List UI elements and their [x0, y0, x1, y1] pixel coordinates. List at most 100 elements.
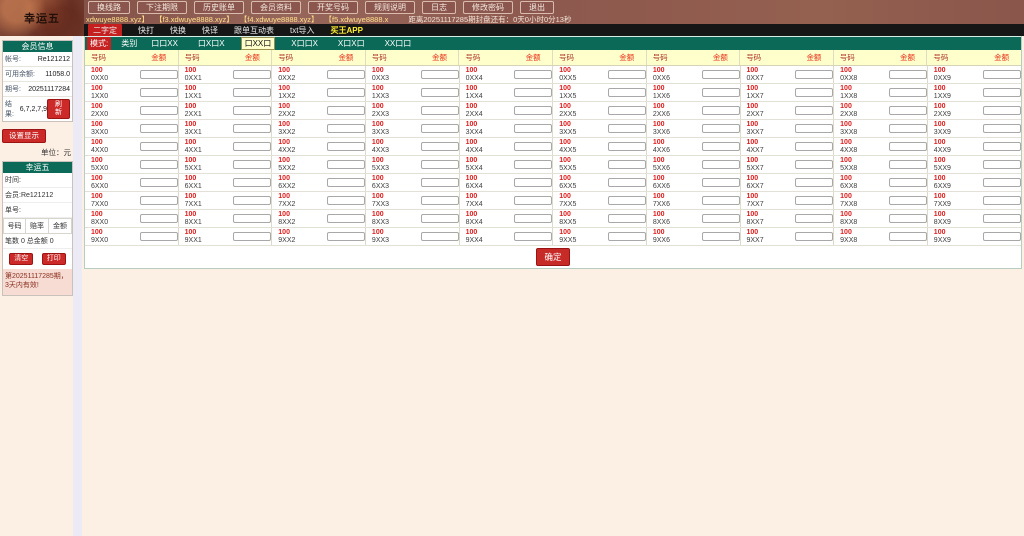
- bet-amount-input-3XX9[interactable]: [983, 124, 1021, 133]
- bet-amount-input-5XX8[interactable]: [889, 160, 927, 169]
- nav-item-跟单互动表[interactable]: 跟单互动表: [234, 25, 274, 36]
- bet-amount-input-5XX0[interactable]: [140, 160, 178, 169]
- header-button[interactable]: 日志: [422, 1, 456, 14]
- bet-amount-input-6XX5[interactable]: [608, 178, 646, 187]
- bet-amount-input-6XX9[interactable]: [983, 178, 1021, 187]
- bet-amount-input-9XX4[interactable]: [514, 232, 552, 241]
- pattern-tab[interactable]: X口X口: [334, 37, 369, 50]
- bet-amount-input-7XX8[interactable]: [889, 196, 927, 205]
- confirm-bet-button[interactable]: 确定: [536, 248, 569, 266]
- bet-amount-input-9XX6[interactable]: [702, 232, 740, 241]
- bet-amount-input-6XX1[interactable]: [233, 178, 271, 187]
- bet-amount-input-2XX1[interactable]: [233, 106, 271, 115]
- header-button[interactable]: 修改密码: [463, 1, 513, 14]
- pattern-tab[interactable]: 口XX口: [241, 37, 276, 50]
- bet-amount-input-5XX2[interactable]: [327, 160, 365, 169]
- header-button[interactable]: 会员资料: [251, 1, 301, 14]
- display-settings-button[interactable]: 设置显示: [2, 129, 46, 143]
- bet-amount-input-1XX2[interactable]: [327, 88, 365, 97]
- bet-amount-input-8XX1[interactable]: [233, 214, 271, 223]
- bet-amount-input-6XX3[interactable]: [421, 178, 459, 187]
- bet-amount-input-0XX0[interactable]: [140, 70, 178, 79]
- bet-amount-input-8XX2[interactable]: [327, 214, 365, 223]
- bet-amount-input-7XX9[interactable]: [983, 196, 1021, 205]
- bet-amount-input-9XX0[interactable]: [140, 232, 178, 241]
- bet-amount-input-0XX5[interactable]: [608, 70, 646, 79]
- bet-amount-input-9XX2[interactable]: [327, 232, 365, 241]
- bet-amount-input-7XX5[interactable]: [608, 196, 646, 205]
- bet-amount-input-8XX9[interactable]: [983, 214, 1021, 223]
- domain-link[interactable]: 【f5.xdwuye8888.x: [325, 14, 389, 25]
- sidebar-scroll-gutter[interactable]: [73, 36, 82, 536]
- bet-amount-input-8XX3[interactable]: [421, 214, 459, 223]
- bet-amount-input-5XX6[interactable]: [702, 160, 740, 169]
- bet-amount-input-3XX3[interactable]: [421, 124, 459, 133]
- header-button[interactable]: 历史账单: [194, 1, 244, 14]
- bet-amount-input-4XX6[interactable]: [702, 142, 740, 151]
- bet-amount-input-2XX4[interactable]: [514, 106, 552, 115]
- bet-amount-input-6XX6[interactable]: [702, 178, 740, 187]
- bet-amount-input-2XX2[interactable]: [327, 106, 365, 115]
- bet-amount-input-0XX9[interactable]: [983, 70, 1021, 79]
- bet-amount-input-8XX6[interactable]: [702, 214, 740, 223]
- bet-amount-input-4XX7[interactable]: [795, 142, 833, 151]
- bet-amount-input-3XX5[interactable]: [608, 124, 646, 133]
- pattern-tab[interactable]: X口口X: [287, 37, 322, 50]
- domain-link[interactable]: xdwuye8888.xyz】: [86, 14, 149, 25]
- bet-amount-input-3XX4[interactable]: [514, 124, 552, 133]
- bet-amount-input-7XX2[interactable]: [327, 196, 365, 205]
- bet-amount-input-8XX5[interactable]: [608, 214, 646, 223]
- bet-amount-input-4XX1[interactable]: [233, 142, 271, 151]
- bet-amount-input-5XX7[interactable]: [795, 160, 833, 169]
- bet-amount-input-1XX5[interactable]: [608, 88, 646, 97]
- bet-amount-input-0XX4[interactable]: [514, 70, 552, 79]
- bet-amount-input-2XX0[interactable]: [140, 106, 178, 115]
- bet-amount-input-3XX2[interactable]: [327, 124, 365, 133]
- pattern-tab[interactable]: XX口口: [381, 37, 416, 50]
- nav-item-快换[interactable]: 快换: [170, 25, 186, 36]
- bet-amount-input-8XX0[interactable]: [140, 214, 178, 223]
- bet-amount-input-3XX7[interactable]: [795, 124, 833, 133]
- bet-amount-input-2XX3[interactable]: [421, 106, 459, 115]
- bet-amount-input-3XX6[interactable]: [702, 124, 740, 133]
- bet-amount-input-9XX5[interactable]: [608, 232, 646, 241]
- bet-amount-input-4XX4[interactable]: [514, 142, 552, 151]
- bet-amount-input-1XX0[interactable]: [140, 88, 178, 97]
- header-button[interactable]: 规则说明: [365, 1, 415, 14]
- bet-amount-input-7XX3[interactable]: [421, 196, 459, 205]
- bet-amount-input-4XX3[interactable]: [421, 142, 459, 151]
- bet-amount-input-1XX3[interactable]: [421, 88, 459, 97]
- clear-button[interactable]: 清空: [9, 253, 33, 265]
- nav-item-快打[interactable]: 快打: [138, 25, 154, 36]
- bet-amount-input-4XX9[interactable]: [983, 142, 1021, 151]
- bet-amount-input-1XX9[interactable]: [983, 88, 1021, 97]
- bet-amount-input-4XX0[interactable]: [140, 142, 178, 151]
- bet-amount-input-8XX7[interactable]: [795, 214, 833, 223]
- bet-amount-input-0XX1[interactable]: [233, 70, 271, 79]
- header-button[interactable]: 换线路: [88, 1, 130, 14]
- nav-item-买王APP[interactable]: 买王APP: [330, 25, 362, 36]
- bet-amount-input-7XX0[interactable]: [140, 196, 178, 205]
- bet-amount-input-9XX7[interactable]: [795, 232, 833, 241]
- bet-amount-input-8XX4[interactable]: [514, 214, 552, 223]
- bet-amount-input-3XX1[interactable]: [233, 124, 271, 133]
- bet-amount-input-7XX1[interactable]: [233, 196, 271, 205]
- bet-amount-input-9XX3[interactable]: [421, 232, 459, 241]
- bet-amount-input-4XX2[interactable]: [327, 142, 365, 151]
- nav-item-快译[interactable]: 快译: [202, 25, 218, 36]
- bet-amount-input-7XX6[interactable]: [702, 196, 740, 205]
- category-label[interactable]: 类别: [121, 38, 137, 49]
- bet-amount-input-1XX7[interactable]: [795, 88, 833, 97]
- bet-amount-input-0XX7[interactable]: [795, 70, 833, 79]
- bet-amount-input-1XX4[interactable]: [514, 88, 552, 97]
- refresh-button[interactable]: 刷新: [47, 99, 70, 119]
- bet-amount-input-0XX2[interactable]: [327, 70, 365, 79]
- bet-amount-input-6XX7[interactable]: [795, 178, 833, 187]
- header-button[interactable]: 下注期限: [137, 1, 187, 14]
- pattern-tab[interactable]: 口口XX: [147, 37, 182, 50]
- bet-amount-input-5XX5[interactable]: [608, 160, 646, 169]
- bet-amount-input-1XX8[interactable]: [889, 88, 927, 97]
- bet-amount-input-6XX4[interactable]: [514, 178, 552, 187]
- bet-amount-input-3XX8[interactable]: [889, 124, 927, 133]
- bet-amount-input-5XX3[interactable]: [421, 160, 459, 169]
